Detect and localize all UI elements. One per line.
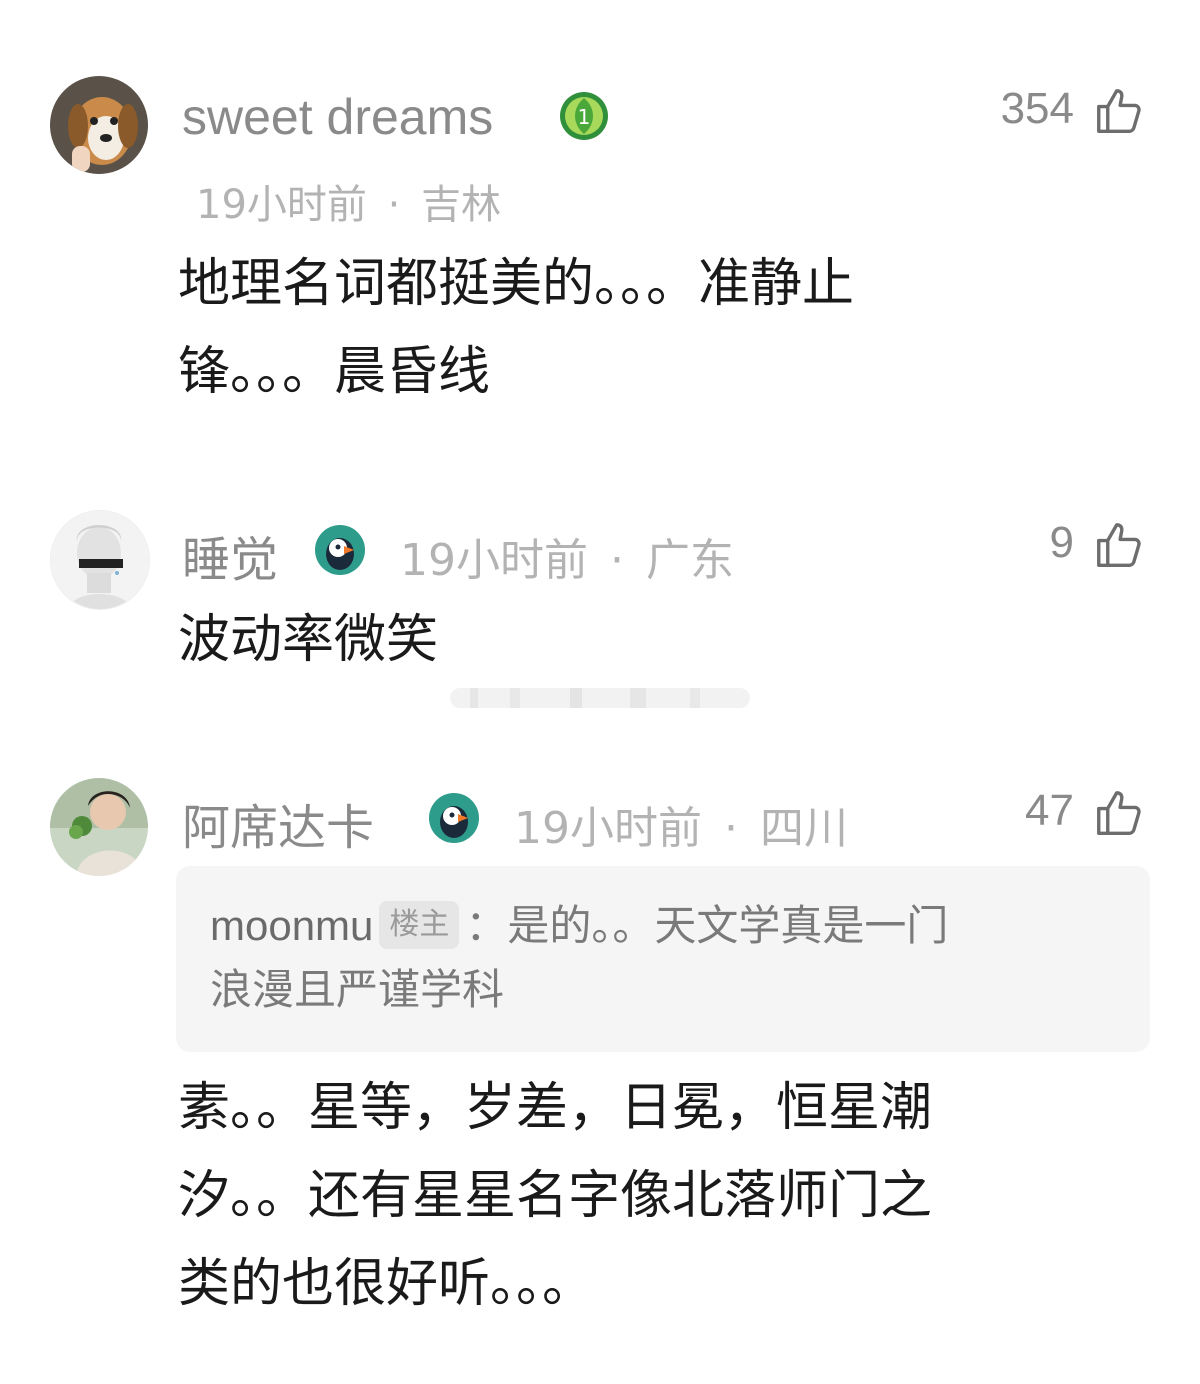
meta-separator: · xyxy=(724,803,738,854)
puffin-badge-icon xyxy=(315,525,365,575)
comment-text-line: 素。。星等，岁差，日冕，恒星潮 xyxy=(178,1078,933,1138)
avatar-person-icon xyxy=(50,778,148,876)
like-count: 47 xyxy=(1025,786,1074,835)
quote-text: ：是的。。天文学真是一门 xyxy=(465,901,949,950)
comment-text: 波动率微笑 xyxy=(178,596,1138,684)
like-count: 9 xyxy=(1049,518,1074,567)
comment-meta: 19小时前 · 广东 xyxy=(400,524,734,588)
loading-placeholder-bar xyxy=(450,688,750,708)
meta-separator: · xyxy=(387,182,401,228)
quoted-reply[interactable]: moonmu 楼主 ：是的。。天文学真是一门 浪漫且严谨学科 xyxy=(176,866,1150,1052)
comment-location: 广东 xyxy=(646,535,734,586)
comment-text-line: 波动率微笑 xyxy=(178,610,439,670)
comment-username[interactable]: sweet dreams xyxy=(182,88,493,146)
comment-text: 地理名词都挺美的。。。准静止 锋。。。晨昏线 xyxy=(178,240,1138,416)
avatar[interactable] xyxy=(50,76,148,174)
avatar[interactable] xyxy=(50,778,148,876)
leaf-level-badge-icon: 1 xyxy=(560,92,608,140)
avatar[interactable] xyxy=(50,510,150,610)
comment-meta: 19小时前 · 吉林 xyxy=(196,172,501,230)
avatar-statue-icon xyxy=(51,511,149,609)
comment-time: 19小时前 xyxy=(400,535,588,586)
comment-meta: 19小时前 · 四川 xyxy=(514,792,848,856)
quote-line: moonmu 楼主 ：是的。。天文学真是一门 xyxy=(210,894,1110,958)
thumbs-up-icon[interactable] xyxy=(1092,786,1146,840)
avatar-dog-icon xyxy=(50,76,148,174)
op-badge: 楼主 xyxy=(379,901,460,949)
puffin-badge-icon xyxy=(429,793,479,843)
comment-location: 四川 xyxy=(760,803,848,854)
comment-text: 素。。星等，岁差，日冕，恒星潮 汐。。还有星星名字像北落师门之 类的也很好听。。… xyxy=(178,1064,1138,1328)
meta-separator: · xyxy=(610,535,624,586)
thumbs-up-icon[interactable] xyxy=(1092,518,1146,572)
comment-username[interactable]: 阿席达卡 xyxy=(182,788,374,858)
comment-text-line: 锋。。。晨昏线 xyxy=(178,342,491,402)
comment-text-line: 类的也很好听。。。 xyxy=(178,1254,595,1314)
like-count: 354 xyxy=(1000,84,1074,133)
quote-line: 浪漫且严谨学科 xyxy=(210,965,505,1014)
comment-time: 19小时前 xyxy=(514,803,702,854)
thumbs-up-icon[interactable] xyxy=(1092,84,1146,138)
comment-username[interactable]: 睡觉 xyxy=(182,520,278,590)
comment-text-line: 地理名词都挺美的。。。准静止 xyxy=(178,254,855,314)
svg-text:1: 1 xyxy=(578,105,591,129)
comment-location: 吉林 xyxy=(421,182,502,228)
quote-username[interactable]: moonmu xyxy=(210,902,373,949)
comment-text-line: 汐。。还有星星名字像北落师门之 xyxy=(178,1166,933,1226)
comment-time: 19小时前 xyxy=(196,182,367,228)
